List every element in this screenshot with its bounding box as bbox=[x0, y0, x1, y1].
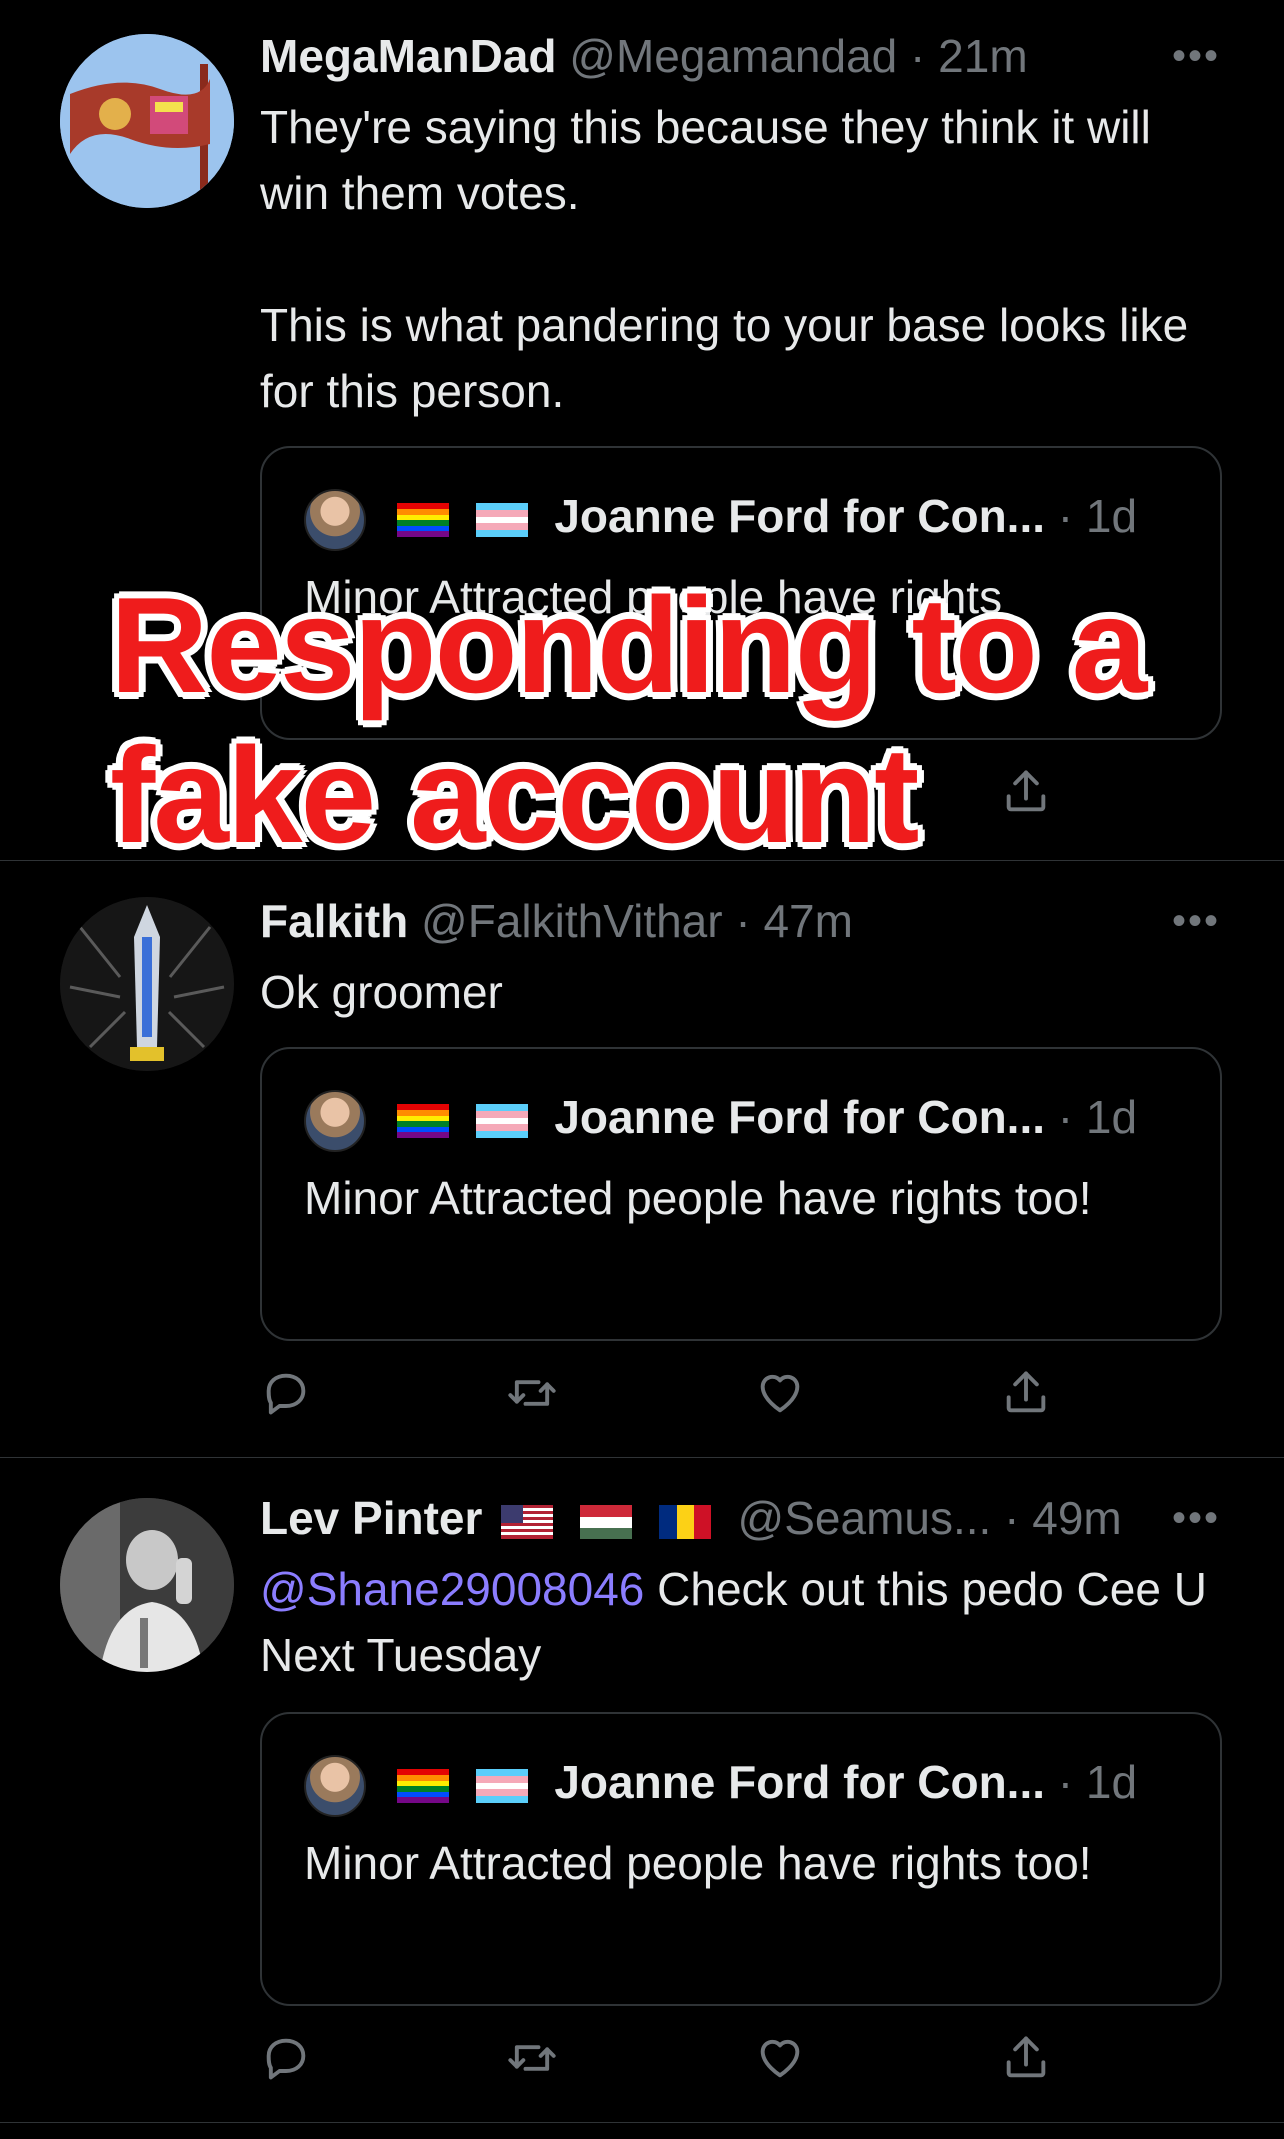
more-options-icon[interactable]: ••• bbox=[1172, 1488, 1220, 1548]
quoted-tweet[interactable]: Joanne Ford for Con... · 1d Minor Attrac… bbox=[260, 1047, 1222, 1341]
divider bbox=[0, 2122, 1284, 2123]
us-flag-icon bbox=[501, 1504, 554, 1539]
user-handle[interactable]: @Seamus... bbox=[738, 1492, 992, 1544]
display-name[interactable]: MegaManDad bbox=[260, 30, 556, 82]
avatar[interactable] bbox=[60, 897, 234, 1071]
share-icon[interactable] bbox=[1000, 2032, 1052, 2084]
separator: · bbox=[1004, 1492, 1020, 1544]
tweet-text: Ok groomer bbox=[260, 966, 503, 1018]
user-handle[interactable]: @Megamandad bbox=[569, 30, 897, 82]
quote-display-name[interactable]: Joanne Ford for Con... bbox=[554, 1756, 1045, 1808]
rainbow-flag-icon bbox=[396, 502, 449, 537]
rainbow-flag-icon bbox=[396, 1768, 449, 1803]
display-name[interactable]: Falkith bbox=[260, 895, 408, 947]
separator: · bbox=[1057, 490, 1074, 542]
mention-link[interactable]: @Shane29008046 bbox=[260, 1563, 644, 1615]
user-handle[interactable]: @FalkithVithar bbox=[421, 895, 723, 947]
quote-timestamp[interactable]: 1d bbox=[1086, 490, 1137, 542]
romania-flag-icon bbox=[658, 1504, 711, 1539]
quote-display-name[interactable]: Joanne Ford for Con... bbox=[554, 1091, 1045, 1143]
separator: · bbox=[910, 30, 926, 82]
rainbow-flag-icon bbox=[396, 1103, 449, 1138]
separator: · bbox=[1057, 1091, 1074, 1143]
quote-display-name[interactable]: Joanne Ford for Con... bbox=[554, 490, 1045, 542]
quote-avatar[interactable] bbox=[304, 488, 366, 551]
timestamp[interactable]: 21m bbox=[938, 30, 1027, 82]
quote-avatar[interactable] bbox=[304, 1754, 366, 1817]
quote-timestamp[interactable]: 1d bbox=[1086, 1091, 1137, 1143]
retweet-icon[interactable] bbox=[506, 1367, 558, 1419]
quote-header: Joanne Ford for Con... · 1d bbox=[304, 1087, 1137, 1152]
quote-avatar[interactable] bbox=[304, 1089, 366, 1152]
more-options-icon[interactable]: ••• bbox=[1172, 26, 1220, 86]
timestamp[interactable]: 47m bbox=[763, 895, 852, 947]
retweet-icon[interactable] bbox=[506, 2032, 558, 2084]
caption-overlay-line-1: Responding to a bbox=[108, 568, 1149, 722]
trans-flag-icon bbox=[475, 1103, 528, 1138]
reply-icon[interactable] bbox=[260, 1367, 312, 1419]
tweet-2[interactable]: Falkith @FalkithVithar · 47m ••• Ok groo… bbox=[0, 861, 1284, 1457]
like-icon[interactable] bbox=[754, 2032, 806, 2084]
tweet-actions bbox=[260, 2032, 1060, 2088]
share-icon[interactable] bbox=[1000, 1367, 1052, 1419]
share-icon[interactable] bbox=[1000, 766, 1052, 818]
like-icon[interactable] bbox=[754, 1367, 806, 1419]
quoted-tweet[interactable]: Joanne Ford for Con... · 1d Minor Attrac… bbox=[260, 1712, 1222, 2006]
display-name[interactable]: Lev Pinter bbox=[260, 1492, 482, 1544]
tweet-header: MegaManDad @Megamandad · 21m bbox=[260, 26, 1028, 86]
quote-header: Joanne Ford for Con... · 1d bbox=[304, 1752, 1137, 1817]
quote-timestamp[interactable]: 1d bbox=[1086, 1756, 1137, 1808]
sword-avatar-icon bbox=[60, 897, 234, 1071]
caption-overlay-line-2: fake account bbox=[108, 718, 921, 872]
more-options-icon[interactable]: ••• bbox=[1172, 891, 1220, 951]
tweet-header: Lev Pinter @Seamus... · 49m bbox=[260, 1488, 1122, 1548]
quote-text: Minor Attracted people have rights too! bbox=[304, 1837, 1092, 1889]
kfc-sign-avatar-icon bbox=[60, 34, 234, 208]
avatar[interactable] bbox=[60, 34, 234, 208]
trans-flag-icon bbox=[475, 502, 528, 537]
trans-flag-icon bbox=[475, 1768, 528, 1803]
tweet-actions bbox=[260, 1367, 1060, 1423]
avatar[interactable] bbox=[60, 1498, 234, 1672]
reply-icon[interactable] bbox=[260, 2032, 312, 2084]
tweet-header: Falkith @FalkithVithar · 47m bbox=[260, 891, 853, 951]
separator: · bbox=[1057, 1756, 1074, 1808]
quote-text: Minor Attracted people have rights too! bbox=[304, 1172, 1092, 1224]
hungary-flag-icon bbox=[579, 1504, 632, 1539]
tweet-3[interactable]: Lev Pinter @Seamus... · 49m ••• @Shane29… bbox=[0, 1458, 1284, 2122]
tweet-text: @Shane29008046 Check out this pedo Cee U… bbox=[260, 1556, 1220, 1688]
quote-header: Joanne Ford for Con... · 1d bbox=[304, 486, 1137, 551]
separator: · bbox=[735, 895, 751, 947]
timestamp[interactable]: 49m bbox=[1032, 1492, 1121, 1544]
black-white-photo-avatar-icon bbox=[60, 1498, 234, 1672]
tweet-text: They're saying this because they think i… bbox=[260, 101, 1189, 417]
